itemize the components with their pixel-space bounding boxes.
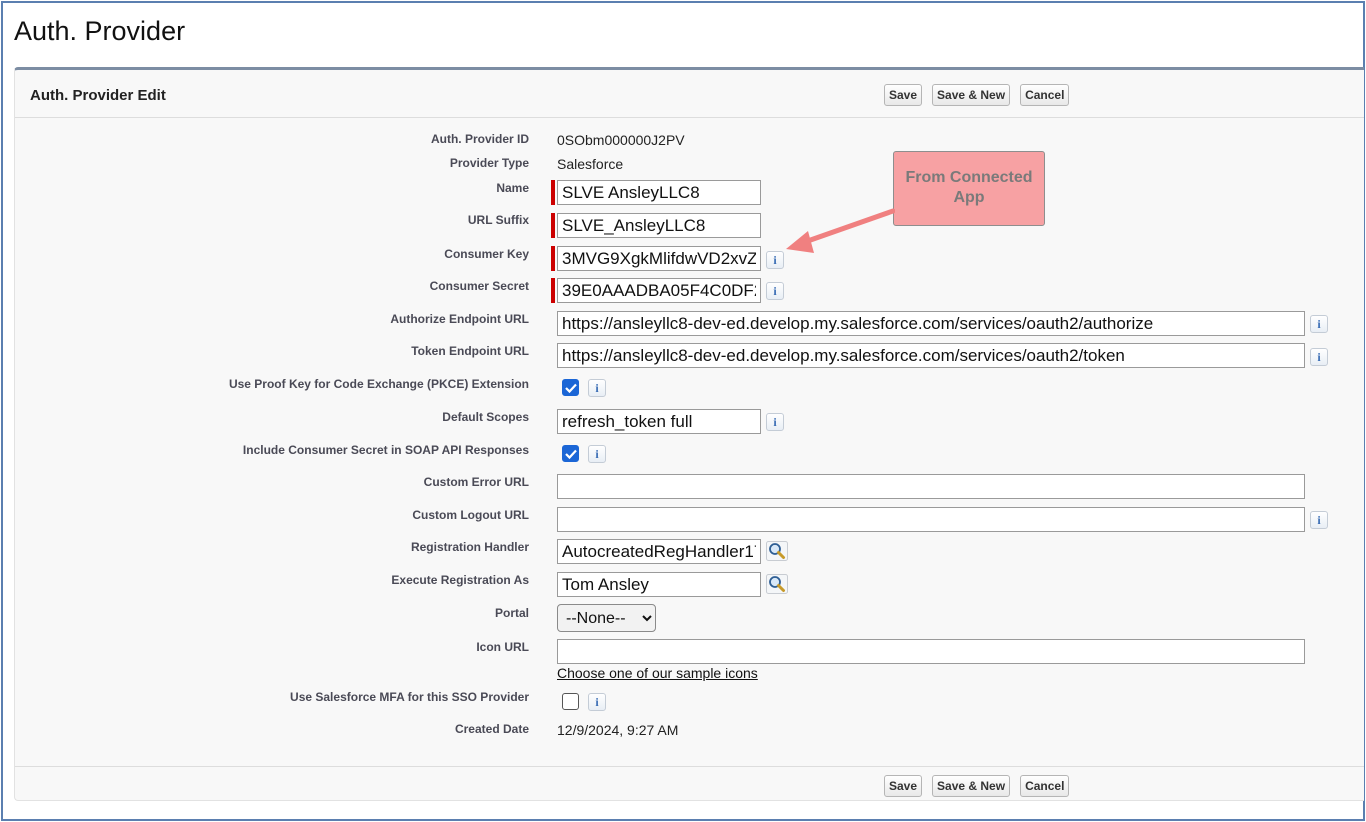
consumer-secret-label: Consumer Secret xyxy=(429,279,529,293)
authorize-endpoint-input[interactable] xyxy=(557,311,1305,336)
token-endpoint-input[interactable] xyxy=(557,343,1305,368)
panel-header: Auth. Provider Edit Save Save & New Canc… xyxy=(15,70,1364,118)
registration-handler-input[interactable] xyxy=(557,539,761,564)
panel-footer: Save Save & New Cancel xyxy=(15,766,1364,804)
check-icon xyxy=(565,449,577,460)
required-indicator xyxy=(551,213,555,238)
url-suffix-label: URL Suffix xyxy=(467,213,529,227)
edit-panel: Auth. Provider Edit Save Save & New Canc… xyxy=(14,67,1364,801)
sample-icons-link[interactable]: Choose one of our sample icons xyxy=(557,665,758,681)
default-scopes-input[interactable] xyxy=(557,409,761,434)
include-secret-checkbox[interactable] xyxy=(562,445,579,462)
info-icon[interactable]: i xyxy=(588,379,606,397)
execute-registration-as-label: Execute Registration As xyxy=(391,573,529,587)
required-indicator xyxy=(551,180,555,205)
save-new-button[interactable]: Save & New xyxy=(932,84,1011,106)
top-button-group: Save Save & New Cancel xyxy=(884,84,1070,106)
info-icon[interactable]: i xyxy=(1310,315,1328,333)
use-mfa-checkbox[interactable] xyxy=(562,693,579,710)
panel-title: Auth. Provider Edit xyxy=(30,87,166,104)
created-date-value: 12/9/2024, 9:27 AM xyxy=(557,722,679,738)
cancel-button[interactable]: Cancel xyxy=(1020,84,1070,106)
lookup-magnifier-icon[interactable] xyxy=(766,574,788,594)
name-label: Name xyxy=(496,181,529,195)
info-icon[interactable]: i xyxy=(588,445,606,463)
portal-label: Portal xyxy=(494,606,529,620)
required-indicator xyxy=(551,246,555,271)
info-icon[interactable]: i xyxy=(1310,511,1328,529)
consumer-key-input[interactable] xyxy=(557,246,761,271)
custom-logout-url-label: Custom Logout URL xyxy=(412,508,529,522)
default-scopes-label: Default Scopes xyxy=(442,410,529,424)
authorize-endpoint-label: Authorize Endpoint URL xyxy=(390,312,529,326)
created-date-label: Created Date xyxy=(454,722,529,736)
portal-select[interactable]: --None-- xyxy=(557,604,656,632)
use-mfa-label: Use Salesforce MFA for this SSO Provider xyxy=(290,690,529,704)
registration-handler-label: Registration Handler xyxy=(410,540,529,554)
include-secret-label: Include Consumer Secret in SOAP API Resp… xyxy=(242,443,529,457)
info-icon[interactable]: i xyxy=(766,282,784,300)
bottom-button-group: Save Save & New Cancel xyxy=(884,775,1070,797)
save-button[interactable]: Save xyxy=(884,775,923,797)
custom-error-url-input[interactable] xyxy=(557,474,1305,499)
custom-error-url-label: Custom Error URL xyxy=(423,475,529,489)
info-icon[interactable]: i xyxy=(766,413,784,431)
info-icon[interactable]: i xyxy=(588,693,606,711)
page-title: Auth. Provider xyxy=(14,16,186,46)
pkce-checkbox[interactable] xyxy=(562,379,579,396)
info-icon[interactable]: i xyxy=(1310,348,1328,366)
execute-registration-as-input[interactable] xyxy=(557,572,761,597)
consumer-key-label: Consumer Key xyxy=(444,247,529,261)
save-button[interactable]: Save xyxy=(884,84,923,106)
auth-provider-id-value: 0SObm000000J2PV xyxy=(557,132,685,148)
token-endpoint-label: Token Endpoint URL xyxy=(411,344,529,358)
save-new-button[interactable]: Save & New xyxy=(932,775,1011,797)
check-icon xyxy=(565,383,577,394)
lookup-magnifier-icon[interactable] xyxy=(766,541,788,561)
cancel-button[interactable]: Cancel xyxy=(1020,775,1070,797)
required-indicator xyxy=(551,278,555,303)
icon-url-label: Icon URL xyxy=(476,640,529,654)
name-input[interactable] xyxy=(557,180,761,205)
custom-logout-url-input[interactable] xyxy=(557,507,1305,532)
auth-provider-id-label: Auth. Provider ID xyxy=(430,132,529,146)
url-suffix-input[interactable] xyxy=(557,213,761,238)
annotation-callout: From Connected App xyxy=(893,151,1045,226)
annotation-arrow-icon xyxy=(786,208,895,253)
consumer-secret-input[interactable] xyxy=(557,278,761,303)
icon-url-input[interactable] xyxy=(557,639,1305,664)
provider-type-value: Salesforce xyxy=(557,156,624,172)
pkce-label: Use Proof Key for Code Exchange (PKCE) E… xyxy=(228,377,529,391)
provider-type-label: Provider Type xyxy=(449,156,529,170)
